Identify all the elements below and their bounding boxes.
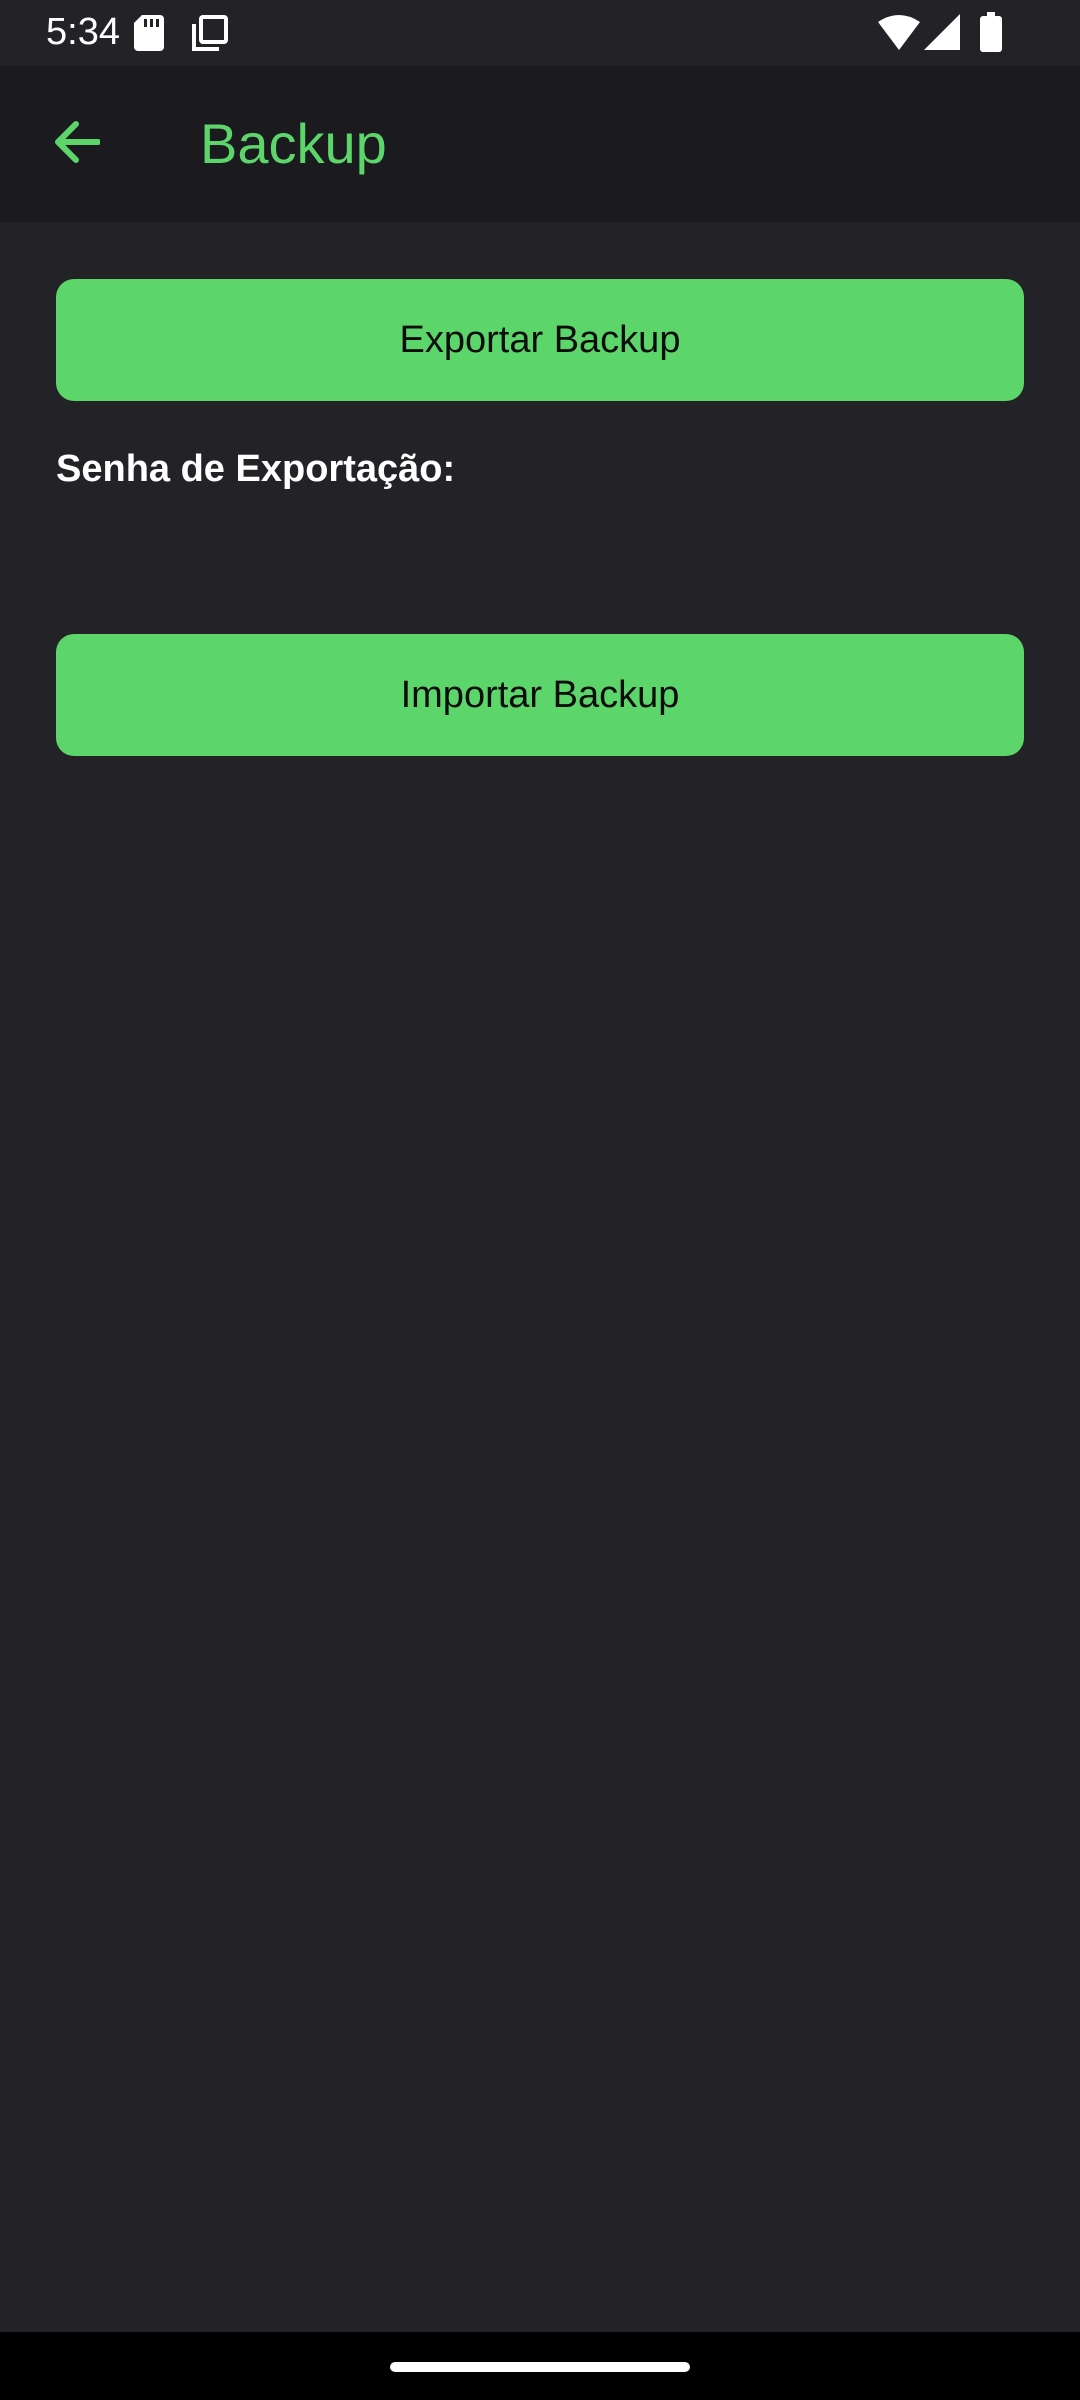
app-bar: Backup <box>0 66 1080 222</box>
copy-icon <box>192 15 228 51</box>
back-button[interactable] <box>36 102 116 182</box>
import-backup-button[interactable]: Importar Backup <box>56 634 1024 756</box>
status-bar: 5:34 <box>0 0 1080 66</box>
sd-card-icon <box>134 15 164 51</box>
home-indicator[interactable] <box>390 2362 690 2372</box>
navigation-bar <box>0 2332 1080 2400</box>
page-title: Backup <box>200 112 387 175</box>
arrow-back-icon <box>55 121 100 163</box>
export-password-input[interactable] <box>56 512 1024 592</box>
status-time: 5:34 <box>46 11 120 53</box>
wifi-icon <box>878 15 920 50</box>
export-backup-button[interactable]: Exportar Backup <box>56 279 1024 401</box>
export-password-label: Senha de Exportação: <box>56 448 456 490</box>
signal-icon <box>924 14 960 50</box>
battery-icon <box>980 12 1002 52</box>
